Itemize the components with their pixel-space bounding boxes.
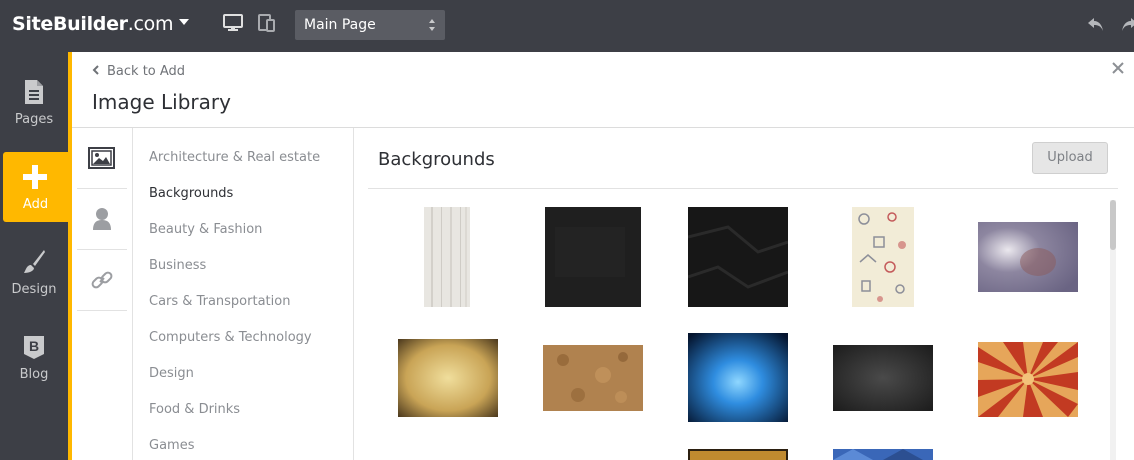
back-to-add-link[interactable]: Back to Add	[92, 64, 185, 79]
blog-icon: B	[24, 336, 44, 359]
nav-label-blog: Blog	[19, 367, 49, 382]
tab-avatars[interactable]	[77, 189, 127, 250]
close-icon[interactable]	[1112, 62, 1124, 74]
undo-icon[interactable]	[1087, 15, 1105, 33]
scrollbar-thumb[interactable]	[1110, 200, 1116, 250]
library-type-tabs	[72, 128, 133, 460]
nav-label-pages: Pages	[14, 112, 54, 127]
background-thumbnail-black-paper[interactable]	[688, 207, 788, 307]
category-item[interactable]: Cars & Transportation	[149, 294, 290, 309]
brand-suffix: .com	[127, 13, 174, 35]
desktop-view-icon[interactable]	[223, 14, 243, 32]
category-item[interactable]: Food & Drinks	[149, 402, 240, 417]
select-arrows-icon	[429, 19, 435, 31]
link-icon	[91, 271, 113, 289]
category-item[interactable]: Computers & Technology	[149, 330, 312, 345]
brand-logo[interactable]: SiteBuilder.com	[12, 13, 173, 35]
panel-header: Back to Add Image Library	[72, 52, 1134, 128]
category-item[interactable]: Design	[149, 366, 194, 381]
chevron-left-icon	[92, 65, 99, 75]
background-thumbnail-old-parchment[interactable]	[688, 449, 788, 460]
background-thumbnail-grunge-paper[interactable]	[398, 339, 498, 417]
image-library-panel: Back to Add Image Library Architecture &…	[72, 52, 1134, 460]
category-item[interactable]: Games	[149, 438, 194, 453]
page-select[interactable]: Main Page	[295, 10, 445, 40]
nav-label-design: Design	[11, 282, 57, 297]
upload-button[interactable]: Upload	[1032, 142, 1108, 174]
mobile-view-icon[interactable]	[258, 14, 276, 32]
category-item-selected[interactable]: Backgrounds	[149, 186, 233, 201]
background-thumbnail-chalkboard[interactable]	[833, 345, 933, 411]
background-thumbnail-wood-planks[interactable]	[424, 207, 470, 307]
top-bar: SiteBuilder.com Main Page	[0, 0, 1134, 52]
background-thumbnail-blurred-photo[interactable]	[978, 222, 1078, 292]
left-navigation: Pages Add Design B Blog	[0, 52, 68, 460]
person-icon	[93, 208, 111, 230]
category-item[interactable]: Beauty & Fashion	[149, 222, 262, 237]
nav-item-blog[interactable]: B Blog	[0, 322, 68, 392]
plus-icon	[23, 165, 47, 189]
back-link-label: Back to Add	[107, 64, 186, 79]
tab-links[interactable]	[77, 250, 127, 311]
paintbrush-icon	[24, 250, 45, 273]
background-thumbnail-black-chalk[interactable]	[545, 207, 641, 307]
pages-icon	[25, 80, 43, 104]
nav-label-add: Add	[22, 197, 49, 212]
panel-title: Image Library	[92, 90, 231, 114]
nav-item-pages[interactable]: Pages	[0, 67, 68, 137]
category-item[interactable]: Architecture & Real estate	[149, 150, 320, 165]
background-thumbnail-blue-polygons[interactable]	[833, 449, 933, 460]
content-title: Backgrounds	[378, 149, 495, 170]
category-list: Architecture & Real estate Backgrounds B…	[133, 128, 354, 460]
svg-text:B: B	[29, 338, 39, 354]
redo-icon[interactable]	[1120, 15, 1134, 33]
image-grid-area: Backgrounds Upload	[354, 128, 1134, 460]
background-thumbnail-blue-glow[interactable]	[688, 333, 788, 422]
background-thumbnail-sunburst[interactable]	[978, 342, 1078, 417]
category-item[interactable]: Business	[149, 258, 206, 273]
content-divider	[368, 188, 1118, 189]
page-select-value: Main Page	[304, 17, 376, 33]
background-thumbnail-doodle-pattern[interactable]	[852, 207, 914, 307]
nav-item-design[interactable]: Design	[0, 237, 68, 307]
tab-images[interactable]	[77, 128, 127, 189]
nav-item-add[interactable]: Add	[3, 152, 68, 222]
brand-menu-caret-icon[interactable]	[179, 19, 189, 25]
image-icon	[88, 147, 115, 169]
background-thumbnail-cork-texture[interactable]	[543, 345, 643, 411]
brand-name: SiteBuilder	[12, 13, 128, 35]
